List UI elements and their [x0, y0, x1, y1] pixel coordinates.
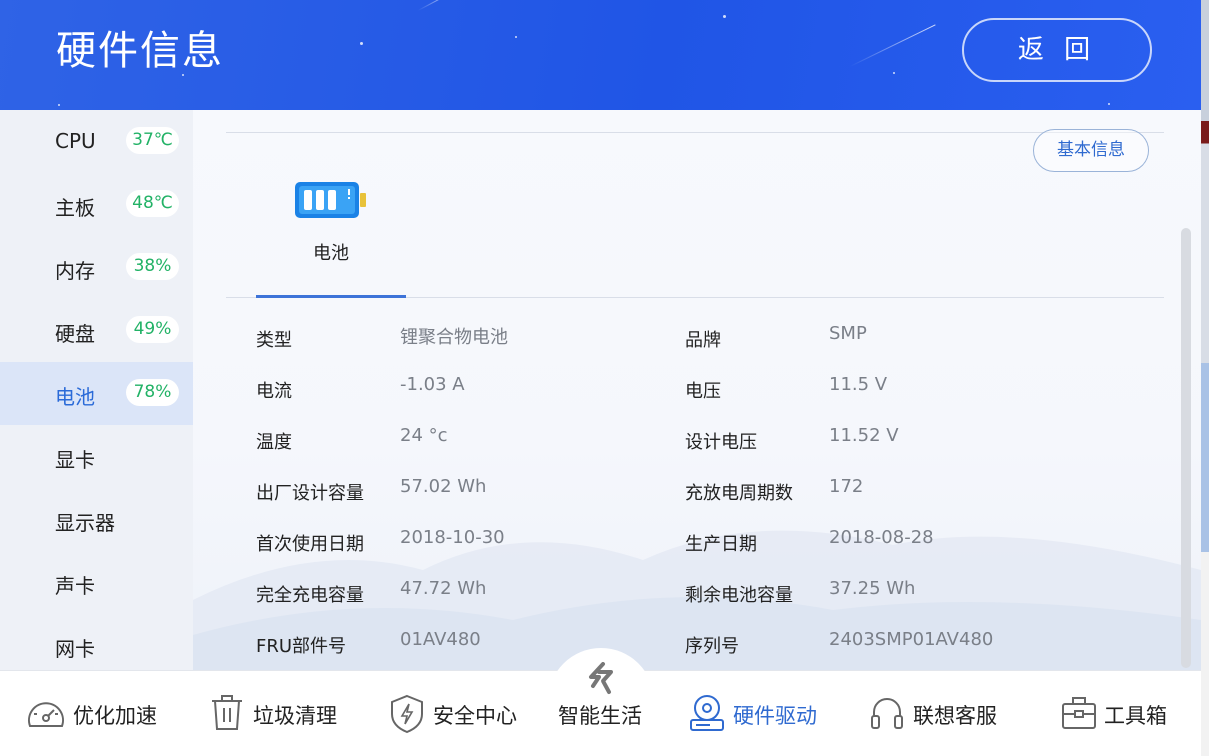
detail-label: 电流	[256, 381, 292, 402]
basic-info-button[interactable]: 基本信息	[1033, 129, 1149, 172]
sidebar-item-battery[interactable]: 电池 78%	[0, 362, 193, 425]
status-badge: 37℃	[126, 127, 179, 154]
lightning-icon	[589, 662, 613, 694]
detail-label: 设计电压	[685, 432, 757, 453]
sidebar-item-network[interactable]: 网卡	[0, 614, 193, 677]
divider	[226, 132, 1164, 133]
sidebar-item-label: 显卡	[55, 448, 95, 472]
sidebar-item-label: 内存	[55, 259, 95, 283]
page-title: 硬件信息	[56, 28, 224, 74]
status-badge: 49%	[126, 316, 179, 343]
detail-value: 锂聚合物电池	[400, 327, 508, 348]
detail-label: 完全充电容量	[256, 585, 364, 606]
sidebar-item-sound[interactable]: 声卡	[0, 551, 193, 614]
detail-value: 11.5 V	[829, 374, 888, 395]
sidebar-item-motherboard[interactable]: 主板 48℃	[0, 173, 193, 236]
disc-drive-icon	[690, 695, 724, 731]
trash-icon	[212, 695, 242, 730]
nav-label: 联想客服	[913, 704, 997, 728]
nav-smart-life[interactable]: 智能生活	[556, 662, 648, 734]
header-bar: 硬件信息 返 回	[0, 0, 1201, 110]
detail-value: -1.03 A	[400, 374, 465, 395]
decor-streak	[849, 24, 936, 67]
shield-icon	[391, 694, 423, 734]
sidebar-item-disk[interactable]: 硬盘 49%	[0, 299, 193, 362]
detail-value: 57.02 Wh	[400, 476, 487, 497]
sidebar-item-cpu[interactable]: CPU 37℃	[0, 110, 193, 173]
detail-label: 生产日期	[685, 534, 757, 555]
detail-label: 出厂设计容量	[256, 483, 364, 504]
sidebar-item-label: 声卡	[55, 574, 95, 598]
nav-hardware-driver[interactable]: 硬件驱动	[688, 694, 822, 734]
detail-value: 2403SMP01AV480	[829, 629, 994, 650]
nav-optimize[interactable]: 优化加速	[26, 694, 162, 734]
detail-value: 2018-10-30	[400, 527, 505, 548]
nav-label: 垃圾清理	[253, 704, 337, 728]
sidebar-item-display[interactable]: 显示器	[0, 488, 193, 551]
sidebar-item-graphics[interactable]: 显卡	[0, 425, 193, 488]
detail-label: 温度	[256, 432, 292, 453]
battery-detail-panel: 基本信息 电池 类型 锂聚合物电池 品牌 SMP 电流 -1.03 A 电压 1…	[193, 110, 1201, 670]
back-button[interactable]: 返 回	[962, 18, 1152, 82]
detail-label: 剩余电池容量	[685, 585, 793, 606]
status-badge: 48℃	[126, 190, 179, 217]
decor-star	[893, 72, 895, 74]
nav-cleanup[interactable]: 垃圾清理	[210, 694, 340, 734]
detail-value: 11.52 V	[829, 425, 899, 446]
sidebar-item-label: 显示器	[55, 511, 115, 535]
tab-battery[interactable]	[256, 172, 406, 298]
decor-star	[58, 104, 60, 106]
sidebar-item-memory[interactable]: 内存 38%	[0, 236, 193, 299]
battery-icon	[295, 182, 366, 218]
nav-security[interactable]: 安全中心	[389, 694, 521, 734]
nav-label: 硬件驱动	[733, 704, 817, 728]
sidebar-item-label: 主板	[55, 196, 95, 220]
tab-active-indicator	[256, 295, 406, 298]
hardware-sidebar: CPU 37℃ 主板 48℃ 内存 38% 硬盘 49% 电池 78% 显卡 显…	[0, 110, 193, 670]
detail-value: 01AV480	[400, 629, 481, 650]
detail-value: 2018-08-28	[829, 527, 934, 548]
nav-label: 工具箱	[1104, 704, 1167, 728]
speedometer-icon	[28, 702, 64, 727]
sidebar-item-label: 硬盘	[55, 322, 95, 346]
background-desktop-strip	[1201, 0, 1209, 756]
detail-value: 47.72 Wh	[400, 578, 487, 599]
detail-value: SMP	[829, 323, 867, 344]
detail-label: 电压	[685, 381, 721, 402]
detail-value: 37.25 Wh	[829, 578, 916, 599]
detail-value: 24 °c	[400, 425, 448, 446]
decor-star	[1108, 103, 1110, 105]
sidebar-item-label: 网卡	[55, 637, 95, 661]
scrollbar[interactable]	[1181, 228, 1191, 668]
nav-label: 智能生活	[558, 704, 642, 728]
detail-label: FRU部件号	[256, 636, 347, 657]
decor-star	[360, 42, 363, 45]
status-badge: 78%	[126, 379, 179, 406]
nav-customer-service[interactable]: 联想客服	[869, 694, 1001, 734]
detail-label: 类型	[256, 330, 292, 351]
sidebar-item-label: 电池	[55, 385, 95, 409]
decor-streak	[417, 0, 454, 11]
nav-label: 优化加速	[73, 704, 157, 728]
nav-label: 安全中心	[433, 704, 517, 728]
detail-label: 首次使用日期	[256, 534, 364, 555]
decor-star	[515, 36, 517, 38]
nav-toolbox[interactable]: 工具箱	[1061, 694, 1173, 734]
detail-label: 充放电周期数	[685, 483, 793, 504]
decor-star	[723, 15, 726, 18]
detail-value: 172	[829, 476, 864, 497]
detail-label: 序列号	[685, 636, 739, 657]
status-badge: 38%	[126, 253, 179, 280]
toolbox-icon	[1062, 697, 1096, 729]
tab-battery-label: 电池	[313, 243, 349, 264]
hardware-info-window: 硬件信息 返 回 CPU 37℃ 主板 48℃ 内存 38% 硬盘 49% 电池…	[0, 0, 1201, 756]
headset-icon	[871, 698, 903, 729]
sidebar-item-label: CPU	[55, 129, 96, 153]
detail-label: 品牌	[685, 330, 721, 351]
